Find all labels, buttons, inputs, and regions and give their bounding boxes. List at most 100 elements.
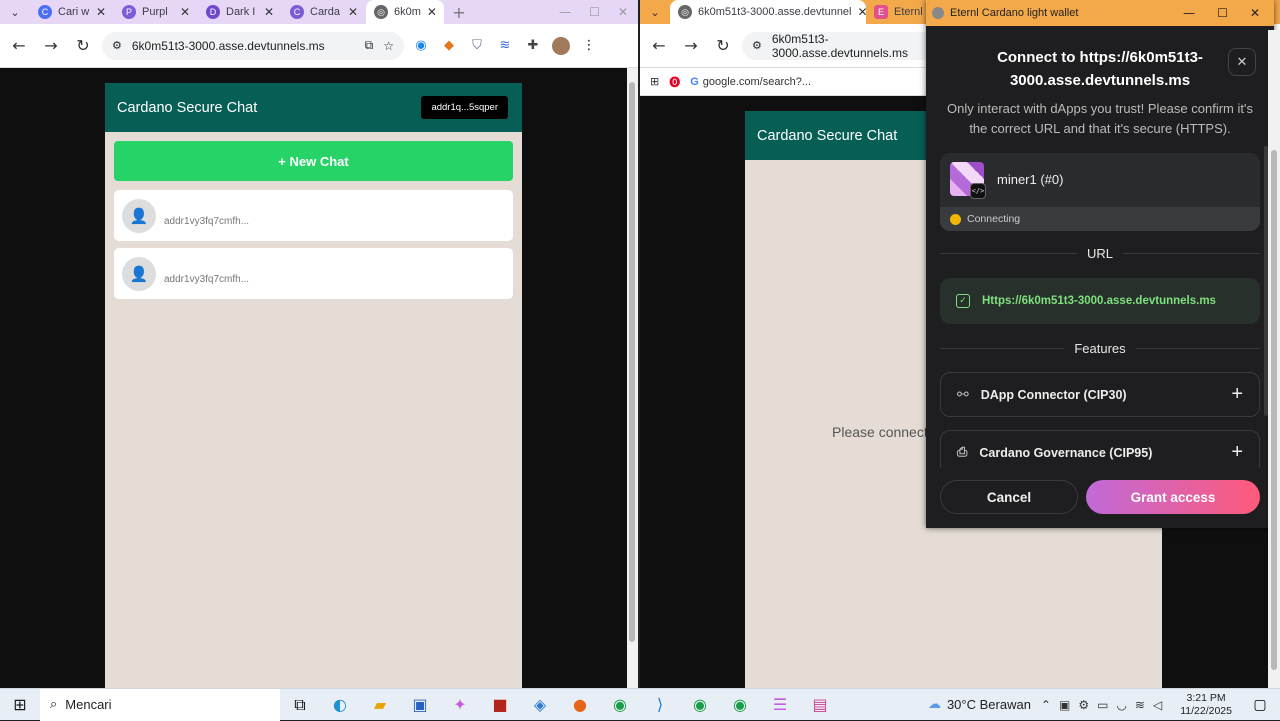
menu-kebab-icon[interactable]: ⋮ [578,35,600,57]
close-window-icon[interactable]: ✕ [618,5,628,19]
battery-icon[interactable]: ▭ [1097,698,1108,712]
tab-0[interactable]: C Cari w ✕ [30,0,114,24]
windows-start-icon[interactable]: ⊞ [0,689,40,721]
check-icon: ✓ [956,294,970,308]
extensions-puzzle-icon[interactable]: ✚ [522,35,544,57]
status-dot-icon [950,213,961,225]
tab-label: Purpl [142,6,168,18]
wifi-icon[interactable]: ≋ [1135,698,1145,712]
tab-search-button[interactable]: ⌄ [640,0,670,25]
weather-widget[interactable]: ☁ 30°C Berawan [928,697,1031,712]
connection-status: Connecting [967,213,1021,225]
window-controls: — ☐ ✕ [559,5,638,19]
reload-icon[interactable]: ↻ [710,33,736,59]
account-name: miner1 (#0) [997,172,1064,187]
feature-dapp-connector[interactable]: ⚯ DApp Connector (CIP30) + [940,372,1260,417]
chat-list-item[interactable]: 👤 addr1vy3fq7cmfh... [114,190,513,241]
cancel-button[interactable]: Cancel [940,480,1078,514]
chrome-icon[interactable]: ◉ [600,689,640,721]
minimize-icon[interactable]: — [1183,6,1195,20]
file-explorer-icon[interactable]: ▰ [360,689,400,721]
shield-icon[interactable]: ⛉ [466,35,488,57]
new-tab-button[interactable]: + [444,0,474,25]
left-tab-strip: ⌄ C Cari w ✕ P Purpl ✕ D Dark I ✕ C Card… [0,0,638,24]
close-icon[interactable]: ✕ [427,5,437,19]
close-window-icon[interactable]: ✕ [1250,6,1260,20]
new-chat-button[interactable]: + New Chat [114,141,513,181]
address-bar[interactable]: ⚙ 6k0m51t3-3000.asse.devtunnels.ms [742,31,942,60]
network-icon[interactable]: ◡ [1116,698,1126,712]
tab-3[interactable]: C Carda ✕ [282,0,366,24]
grant-access-button[interactable]: Grant access [1086,480,1260,514]
address-bar[interactable]: ⚙ 6k0m51t3-3000.asse.devtunnels.ms ⧉ ☆ [102,31,404,60]
plus-icon[interactable]: + [1231,441,1243,464]
left-browser-window: ⌄ C Cari w ✕ P Purpl ✕ D Dark I ✕ C Card… [0,0,638,688]
firefox-icon[interactable]: ● [560,689,600,721]
tab-1[interactable]: P Purpl ✕ [114,0,198,24]
tab-4-active[interactable]: ◎ 6k0m ✕ [366,0,444,24]
account-card[interactable]: </> miner1 (#0) Connecting [940,153,1260,231]
avatar-icon: 👤 [122,256,156,291]
edge-icon[interactable]: ◐ [320,689,360,721]
tab-search-button[interactable]: ⌄ [0,0,30,25]
wallet-titlebar: Eternl Cardano light wallet — ☐ ✕ [926,0,1274,26]
tab-2[interactable]: D Dark I ✕ [198,0,282,24]
chat-list-item[interactable]: 👤 addr1vy3fq7cmfh... [114,248,513,299]
plus-icon[interactable]: + [1231,383,1243,406]
site-info-icon[interactable]: ⚙ [752,39,762,52]
reload-icon[interactable]: ↻ [70,33,96,59]
pinterest-icon[interactable]: ⓿ [669,74,680,90]
vscode-icon[interactable]: ⟩ [640,689,680,721]
chrome-icon-3[interactable]: ◉ [720,689,760,721]
tray-icon[interactable]: ▣ [1059,698,1070,712]
left-scrollbar[interactable] [627,68,638,688]
close-icon[interactable]: ✕ [348,5,358,19]
back-icon[interactable]: ← [646,33,672,59]
maximize-icon[interactable]: ☐ [1217,6,1228,20]
translate-icon[interactable]: ⧉ [365,38,374,53]
store-icon[interactable]: ▣ [400,689,440,721]
scrollbar-thumb[interactable] [629,82,635,642]
notification-icon[interactable]: ▢ [1240,689,1280,721]
tab-label: Dark I [226,6,256,18]
clock[interactable]: 3:21 PM 11/22/2025 [1172,692,1240,718]
close-icon[interactable]: ✕ [1228,48,1256,76]
taskbar-search[interactable]: ⌕ Mencari [40,688,280,721]
volume-icon[interactable]: ◁ [1153,698,1162,712]
site-info-icon[interactable]: ⚙ [112,39,122,52]
copilot-icon[interactable]: ✦ [440,689,480,721]
task-view-icon[interactable]: ⧉ [280,689,320,721]
forward-icon[interactable]: → [38,33,64,59]
app-title: Cardano Secure Chat [757,127,898,144]
tab-favicon: D [206,5,220,19]
notes-icon[interactable]: ☰ [760,689,800,721]
close-icon[interactable]: ✕ [264,5,274,19]
scrollbar-thumb[interactable] [1271,150,1277,670]
close-icon[interactable]: ✕ [96,5,106,19]
app-blue-icon[interactable]: ◈ [520,689,560,721]
feature-governance[interactable]: ⎙ Cardano Governance (CIP95) + [940,430,1260,468]
profile-avatar[interactable] [550,35,572,57]
forward-icon[interactable]: → [678,33,704,59]
extension-icon-1[interactable]: ◉ [410,35,432,57]
maximize-icon[interactable]: ☐ [589,5,600,19]
tab-active[interactable]: ◎ 6k0m51t3-3000.asse.devtunnel ✕ [670,0,866,24]
tab-favicon: P [122,5,136,19]
chevron-up-icon[interactable]: ⌃ [1041,698,1051,712]
metamask-icon[interactable]: ◆ [438,35,460,57]
page-scrollbar[interactable] [1268,30,1280,688]
back-icon[interactable]: ← [6,33,32,59]
layers-icon[interactable]: ≋ [494,35,516,57]
chrome-icon-2[interactable]: ◉ [680,689,720,721]
bookmark-star-icon[interactable]: ☆ [383,39,394,53]
close-icon[interactable]: ✕ [180,5,190,19]
search-text: Mencari [65,697,112,712]
minimize-icon[interactable]: — [559,5,571,19]
apps-grid-icon[interactable]: ⊞ [650,75,659,88]
wallet-address-pill[interactable]: addr1q...5sqper [421,96,508,119]
close-icon[interactable]: ✕ [858,5,867,19]
eternl-app-icon[interactable]: ▤ [800,689,840,721]
bookmark-item[interactable]: google.com/search?... [703,76,811,88]
tray-icon[interactable]: ⚙ [1078,698,1089,712]
app-red-icon[interactable]: ■ [480,689,520,721]
